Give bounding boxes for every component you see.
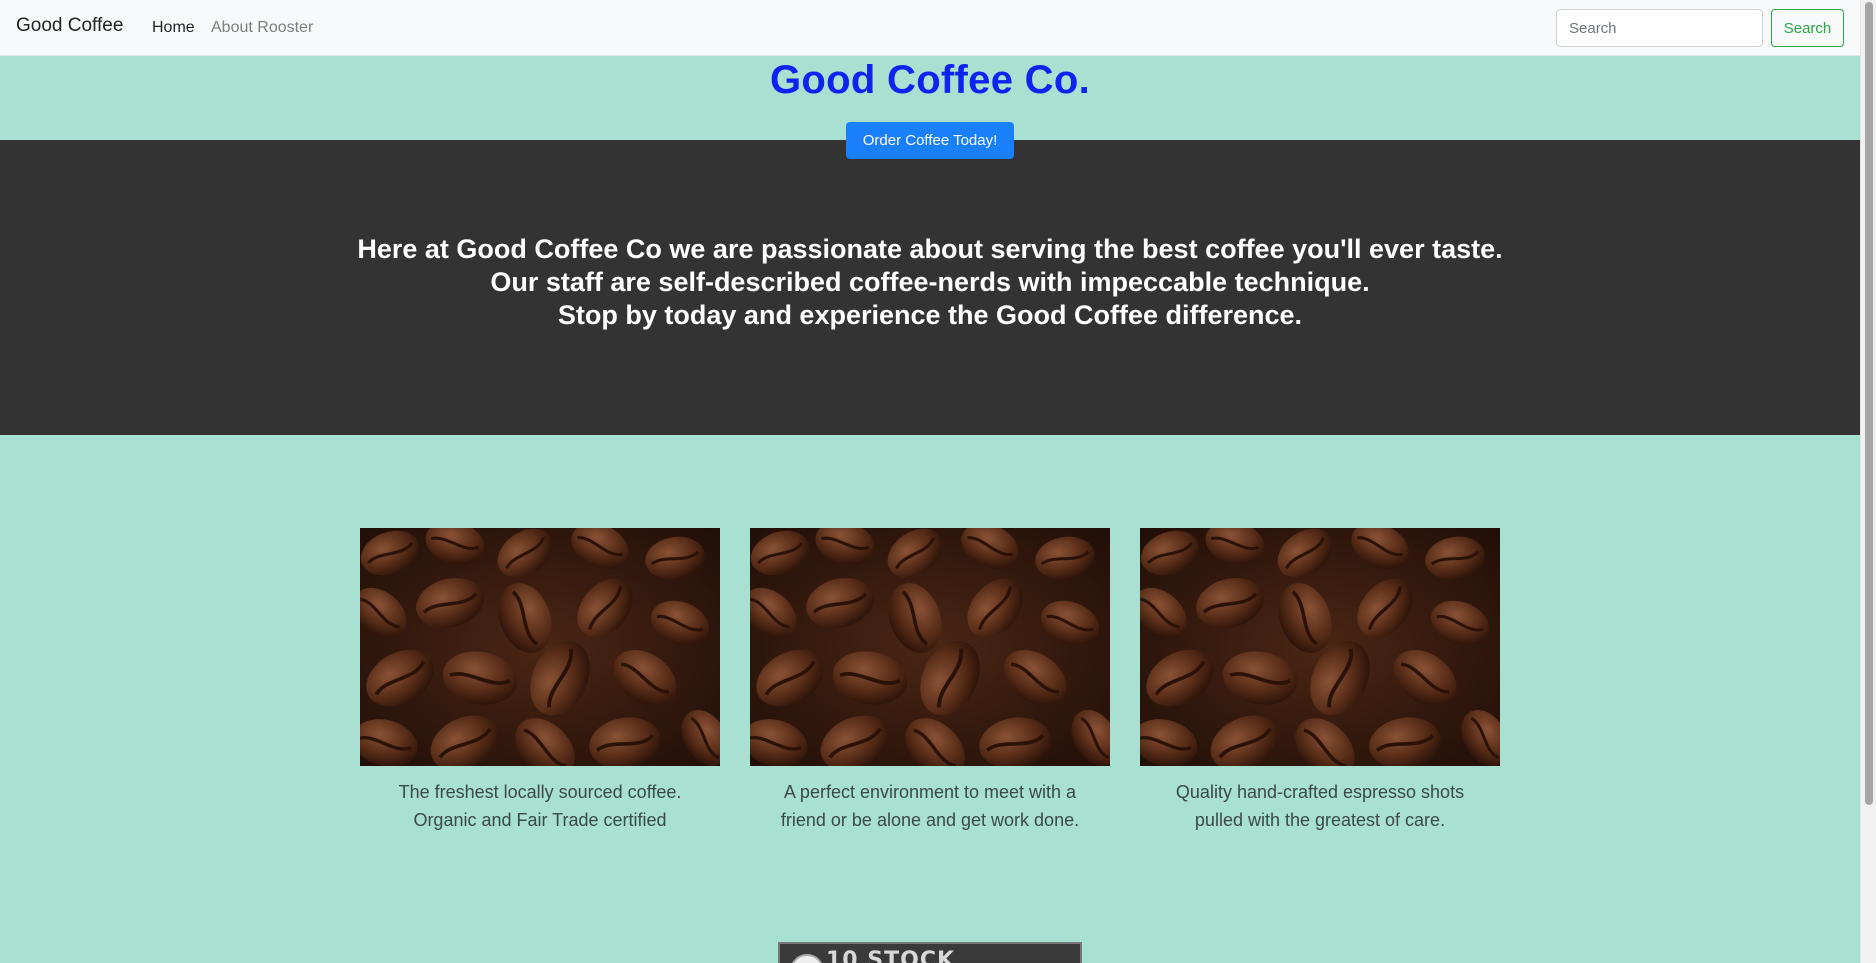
feature-caption: Quality hand-crafted espresso shots pull… bbox=[1140, 778, 1500, 834]
scrollbar-thumb[interactable] bbox=[1865, 2, 1873, 805]
intro-line: Here at Good Coffee Co we are passionate… bbox=[357, 234, 1503, 264]
search-button[interactable]: Search bbox=[1771, 9, 1844, 47]
navbar: Good Coffee Home About Rooster Search bbox=[0, 0, 1860, 56]
caption-line: Quality hand-crafted espresso shots bbox=[1175, 782, 1465, 802]
intro-text: Here at Good Coffee Co we are passionate… bbox=[0, 233, 1860, 332]
intro-line: Stop by today and experience the Good Co… bbox=[557, 300, 1303, 330]
video-thumbnail[interactable]: 10 STOCK FOOTAGE bbox=[778, 942, 1082, 963]
caption-line: A perfect environment to meet with a bbox=[783, 782, 1077, 802]
video-thumbnail-text: 10 STOCK FOOTAGE bbox=[826, 948, 956, 963]
avatar bbox=[790, 954, 824, 963]
brand-link[interactable]: Good Coffee bbox=[16, 15, 123, 37]
feature-card-sourcing: The freshest locally sourced coffee. Org… bbox=[360, 528, 720, 834]
feature-card-espresso: Quality hand-crafted espresso shots pull… bbox=[1140, 528, 1500, 834]
caption-line: The freshest locally sourced coffee. bbox=[398, 782, 682, 802]
coffee-beans-image bbox=[1140, 528, 1500, 766]
feature-card-environment: A perfect environment to meet with a fri… bbox=[750, 528, 1110, 834]
nav-link-about-rooster[interactable]: About Rooster bbox=[211, 19, 313, 37]
feature-caption: A perfect environment to meet with a fri… bbox=[750, 778, 1110, 834]
caption-line: friend or be alone and get work done. bbox=[780, 810, 1080, 830]
scrollbar[interactable] bbox=[1860, 0, 1876, 963]
main-content: Good Coffee Home About Rooster Search Go… bbox=[0, 0, 1860, 963]
order-coffee-button[interactable]: Order Coffee Today! bbox=[846, 122, 1014, 159]
caption-line: Organic and Fair Trade certified bbox=[413, 810, 667, 830]
page-title: Good Coffee Co. bbox=[769, 58, 1091, 102]
nav-link-home[interactable]: Home bbox=[152, 19, 195, 37]
feature-caption: The freshest locally sourced coffee. Org… bbox=[360, 778, 720, 834]
intro-line: Our staff are self-described coffee-nerd… bbox=[490, 267, 1370, 297]
search-input[interactable] bbox=[1556, 9, 1763, 47]
caption-line: pulled with the greatest of care. bbox=[1194, 810, 1446, 830]
coffee-beans-image bbox=[750, 528, 1110, 766]
coffee-beans-image bbox=[360, 528, 720, 766]
page: Good Coffee Home About Rooster Search Go… bbox=[0, 0, 1876, 963]
